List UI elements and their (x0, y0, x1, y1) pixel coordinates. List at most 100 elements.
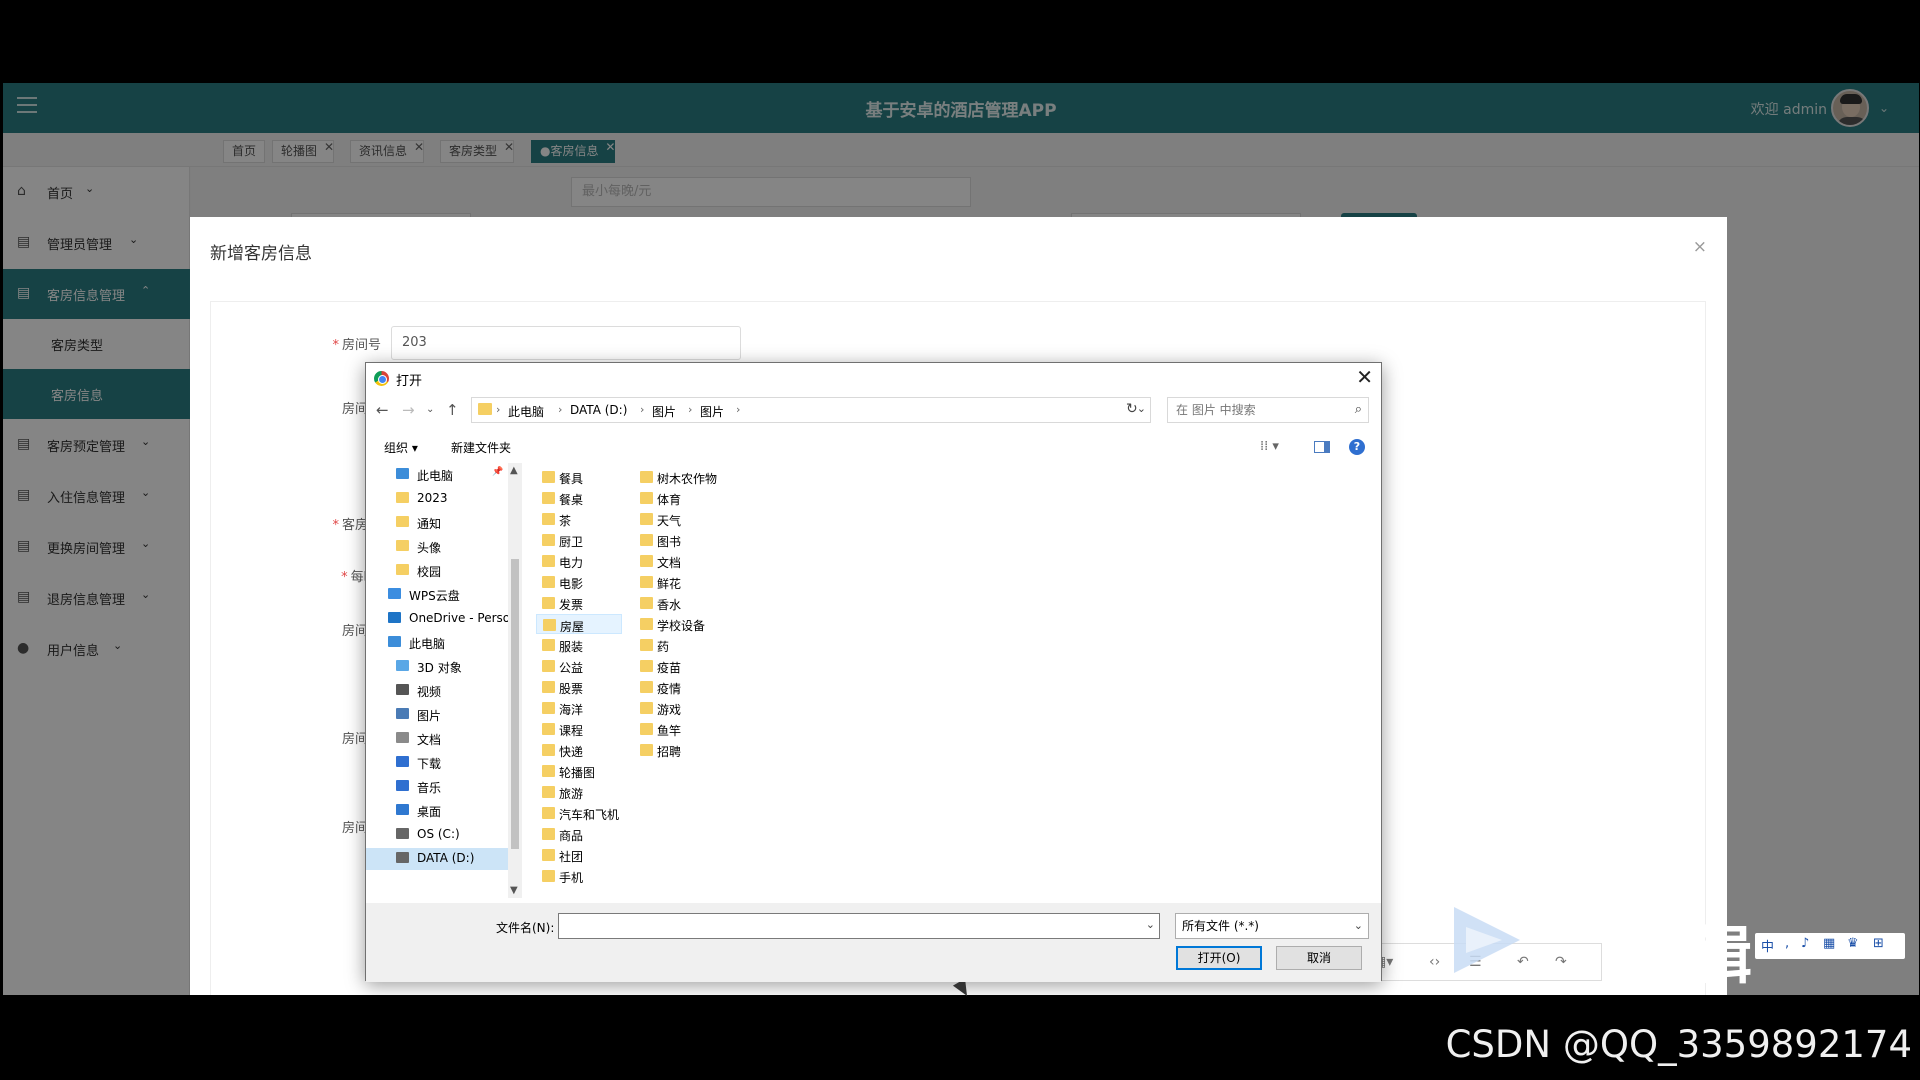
punctuation-icon[interactable]: , (1785, 936, 1789, 951)
tree-item[interactable]: 通知 (366, 512, 508, 534)
scrollbar[interactable]: ▲ ▼ (508, 463, 522, 898)
folder-item[interactable]: 课程 (536, 719, 622, 739)
folder-item[interactable]: 商品 (536, 824, 622, 844)
scrollbar-thumb[interactable] (511, 559, 519, 849)
view-options-icon[interactable]: ⁞⁞ ▾ (1260, 439, 1279, 454)
folder-item[interactable]: 餐具 (536, 467, 622, 487)
folder-item[interactable]: 社团 (536, 845, 622, 865)
tree-item[interactable]: 图片 (366, 704, 508, 726)
folder-item[interactable]: 疫情 (634, 677, 720, 697)
up-icon[interactable]: ↑ (446, 401, 459, 419)
folder-item[interactable]: 天气 (634, 509, 720, 529)
folder-icon (640, 471, 653, 483)
chevron-down-icon[interactable]: ⌄ (1137, 402, 1146, 415)
microphone-icon[interactable]: ♪ (1801, 936, 1809, 951)
folder-item[interactable]: 药 (634, 635, 720, 655)
folder-item[interactable]: 电力 (536, 551, 622, 571)
code-icon[interactable]: ‹› (1429, 954, 1440, 970)
filename-label: 文件名(N): (496, 921, 555, 935)
cancel-button[interactable]: 取消 (1276, 946, 1362, 970)
folder-item[interactable]: 汽车和飞机 (536, 803, 622, 823)
redo-icon[interactable]: ↷ (1555, 954, 1567, 970)
preview-pane-icon[interactable] (1314, 441, 1330, 453)
dialog-title: 打开 (396, 374, 423, 389)
tree-item[interactable]: 3D 对象 (366, 656, 508, 678)
folder-item[interactable]: 股票 (536, 677, 622, 697)
tree-item[interactable]: 音乐 (366, 776, 508, 798)
folder-item[interactable]: 图书 (634, 530, 720, 550)
new-folder-button[interactable]: 新建文件夹 (451, 439, 511, 456)
folder-item[interactable]: 茶 (536, 509, 622, 529)
folder-item[interactable]: 香水 (634, 593, 720, 613)
breadcrumb-item[interactable]: DATA (D:) (570, 403, 627, 417)
refresh-icon[interactable]: ↻ (1126, 401, 1138, 417)
folder-item[interactable]: 手机 (536, 866, 622, 886)
folder-item[interactable]: 招聘 (634, 740, 720, 760)
help-icon[interactable]: ? (1349, 439, 1365, 455)
folder-item[interactable]: 服装 (536, 635, 622, 655)
tree-item[interactable]: OneDrive - Perso (366, 608, 508, 630)
folder-item[interactable]: 旅游 (536, 782, 622, 802)
tree-item-label: 视频 (417, 685, 442, 699)
folder-item[interactable]: 学校设备 (634, 614, 720, 634)
folder-item[interactable]: 树木农作物 (634, 467, 720, 487)
tree-item[interactable]: 文档 (366, 728, 508, 750)
folder-name: 汽车和飞机 (559, 808, 620, 822)
back-icon[interactable]: ← (376, 401, 389, 419)
folder-name: 服装 (559, 640, 584, 654)
tree-item[interactable]: 视频 (366, 680, 508, 702)
folder-item[interactable]: 电影 (536, 572, 622, 592)
filetype-select[interactable]: 所有文件 (*.*) ⌄ (1175, 913, 1369, 939)
tree-item[interactable]: 此电脑 📌 (366, 464, 508, 486)
document-icon (396, 732, 409, 743)
pc-icon (388, 636, 401, 647)
folder-item[interactable]: 体育 (634, 488, 720, 508)
chevron-down-icon[interactable]: ⌄ (1146, 918, 1155, 931)
tree-item[interactable]: 下载 (366, 752, 508, 774)
drive-icon (396, 828, 409, 839)
folder-item[interactable]: 发票 (536, 593, 622, 613)
scroll-up-icon[interactable]: ▲ (510, 465, 518, 476)
room-number-input[interactable]: 203 (391, 326, 741, 360)
scroll-down-icon[interactable]: ▼ (510, 885, 518, 896)
close-icon[interactable]: × (1693, 237, 1707, 257)
folder-item[interactable]: 厨卫 (536, 530, 622, 550)
folder-item[interactable]: 文档 (634, 551, 720, 571)
folder-item[interactable]: 房屋 (536, 614, 622, 634)
grid-icon[interactable]: ⊞ (1873, 936, 1884, 951)
folder-item[interactable]: 公益 (536, 656, 622, 676)
folder-item[interactable]: 疫苗 (634, 656, 720, 676)
forward-icon[interactable]: → (402, 401, 415, 419)
tree-item[interactable]: 校园 (366, 560, 508, 582)
tree-item[interactable]: 头像 (366, 536, 508, 558)
chevron-down-icon[interactable]: ⌄ (426, 404, 434, 415)
folder-item[interactable]: 轮播图 (536, 761, 622, 781)
search-input[interactable]: 在 图片 中搜索 ⌕ (1167, 397, 1369, 423)
folder-icon (542, 723, 555, 735)
folder-name: 房屋 (560, 620, 585, 634)
tree-item[interactable]: 桌面 (366, 800, 508, 822)
ime-icon[interactable]: 中 (1761, 936, 1774, 955)
breadcrumb-item[interactable]: 图片 (700, 403, 724, 420)
folder-item[interactable]: 游戏 (634, 698, 720, 718)
folder-item[interactable]: 鲜花 (634, 572, 720, 592)
tree-item[interactable]: 此电脑 (366, 632, 508, 654)
tree-item[interactable]: WPS云盘 (366, 584, 508, 606)
folder-item[interactable]: 快递 (536, 740, 622, 760)
skin-icon[interactable]: ♛ (1847, 936, 1859, 951)
open-button[interactable]: 打开(O) (1176, 946, 1262, 970)
organize-button[interactable]: 组织 ▾ (384, 439, 418, 456)
folder-item[interactable]: 鱼竿 (634, 719, 720, 739)
folder-item[interactable]: 海洋 (536, 698, 622, 718)
folder-icon (640, 513, 653, 525)
close-icon[interactable]: ✕ (1356, 365, 1373, 389)
breadcrumb-item[interactable]: 图片 (652, 403, 676, 420)
tree-item[interactable]: OS (C:) (366, 824, 508, 846)
folder-item[interactable]: 餐桌 (536, 488, 622, 508)
tree-item[interactable]: 2023 (366, 488, 508, 510)
filename-input[interactable]: ⌄ (558, 913, 1160, 939)
keyboard-icon[interactable]: ▦ (1823, 936, 1835, 951)
breadcrumb[interactable]: › 此电脑 › DATA (D:) › 图片 › 图片 › ⌄ (471, 397, 1151, 423)
tree-item[interactable]: DATA (D:) (366, 848, 508, 870)
breadcrumb-item[interactable]: 此电脑 (508, 403, 544, 420)
